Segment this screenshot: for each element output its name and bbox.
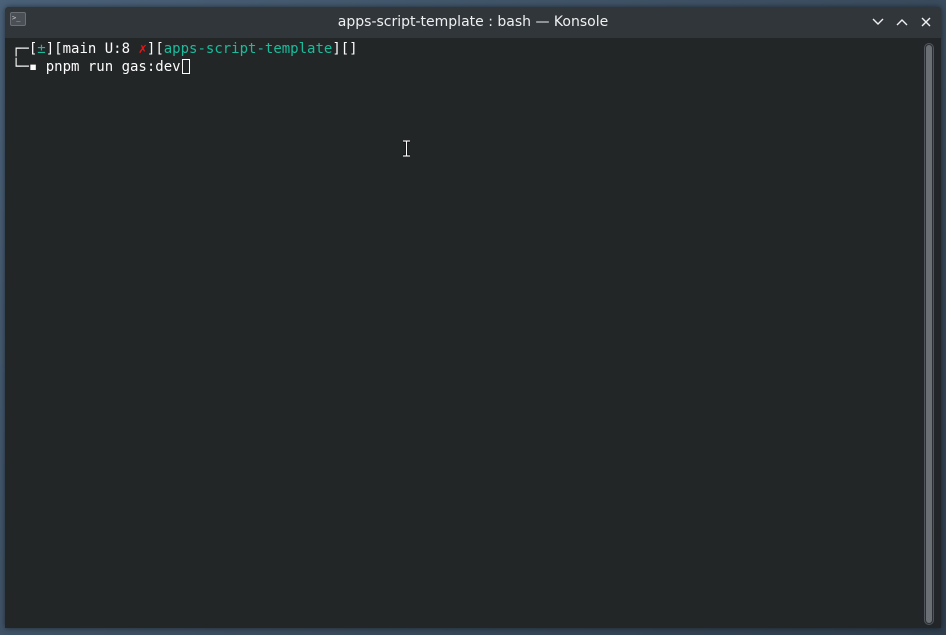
prompt-line: ┌─[±][main U:8 ✗][apps-script-template][… [12, 40, 358, 59]
close-button[interactable] [917, 13, 935, 31]
minimize-button[interactable] [869, 13, 887, 31]
close-icon [921, 17, 931, 27]
maximize-button[interactable] [893, 13, 911, 31]
ibeam-cursor-icon [403, 140, 410, 157]
prompt-bracket: ][ [146, 41, 164, 57]
prompt-bracket: ][ [45, 41, 63, 57]
current-directory: apps-script-template [163, 41, 333, 57]
prompt-bracket: ][] [332, 41, 358, 57]
text-cursor [181, 59, 190, 74]
terminal-area[interactable]: ┌─[±][main U:8 ✗][apps-script-template][… [5, 38, 917, 628]
command-line[interactable]: └─▪ pnpm run gas:dev [12, 58, 190, 77]
git-dirty-mark: ✗ [138, 41, 147, 57]
git-status-symbol: ± [37, 41, 46, 57]
konsole-window: >_ apps-script-template : bash — Konsole… [5, 7, 941, 628]
chevron-up-icon [896, 19, 908, 26]
window-title: apps-script-template : bash — Konsole [337, 14, 609, 30]
scrollbar-track[interactable] [924, 43, 934, 625]
chevron-down-icon [872, 18, 884, 25]
prompt-bullet: ▪ [28, 59, 46, 75]
scrollbar-thumb[interactable] [926, 45, 932, 623]
prompt-corner-bottom: └─ [12, 59, 29, 75]
prompt-corner-top: ┌─ [12, 41, 29, 57]
vertical-scrollbar[interactable] [917, 38, 941, 628]
command-text: pnpm run gas:dev [45, 59, 181, 75]
git-branch: main U:8 [62, 41, 139, 57]
title-bar[interactable]: >_ apps-script-template : bash — Konsole [5, 7, 941, 38]
